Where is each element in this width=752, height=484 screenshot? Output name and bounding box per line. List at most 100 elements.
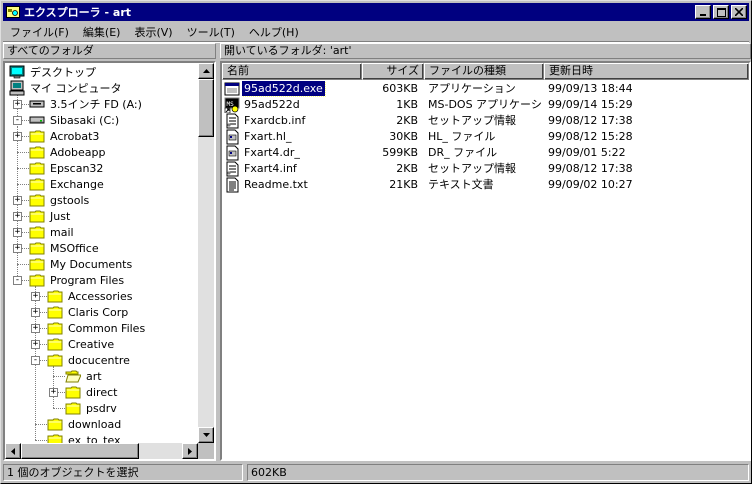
arrow-left-icon <box>11 447 15 455</box>
menu-tools[interactable]: ツール(T) <box>180 24 242 40</box>
title-bar[interactable]: エクスプローラ - art <box>3 3 749 21</box>
tree-item[interactable]: Exchange <box>29 176 105 192</box>
close-button[interactable] <box>731 5 747 19</box>
expand-button[interactable]: + <box>13 196 22 205</box>
file-size: 599KB <box>382 146 418 159</box>
column-header-type[interactable]: ファイルの種類 <box>424 63 544 80</box>
file-row[interactable]: MS 95ad522d 1KB MS-DOS アプリケーショ... 99/09/14 1… <box>222 97 749 113</box>
tree-item[interactable]: マイ コンピュータ <box>9 80 123 96</box>
tree-branch-line <box>17 168 29 169</box>
my-computer-icon <box>9 80 25 96</box>
tree-item-label: Claris Corp <box>68 305 129 319</box>
tree-item-label: Creative <box>68 337 115 351</box>
tree-item[interactable]: Common Files <box>47 320 146 336</box>
file-date: 99/09/13 18:44 <box>548 82 633 95</box>
file-size: 21KB <box>389 178 418 191</box>
setup-info-icon <box>226 161 239 177</box>
folder-icon <box>29 162 45 175</box>
explorer-app-icon <box>6 6 20 18</box>
tree-horizontal-scrollbar[interactable] <box>5 443 198 459</box>
expand-button[interactable]: + <box>31 324 40 333</box>
menu-edit[interactable]: 編集(E) <box>76 24 128 40</box>
tree-item[interactable]: Acrobat3 <box>29 128 100 144</box>
tree-item[interactable]: ex_to_tex <box>47 432 122 443</box>
file-type: セットアップ情報 <box>428 162 516 175</box>
tree-item-label: My Documents <box>50 257 133 271</box>
tree-item[interactable]: MSOffice <box>29 240 100 256</box>
scroll-right-button[interactable] <box>182 443 198 459</box>
expand-button[interactable]: + <box>13 212 22 221</box>
tree-vscroll-thumb[interactable] <box>198 79 214 137</box>
column-header-size[interactable]: サイズ <box>362 63 424 80</box>
collapse-button[interactable]: - <box>13 276 22 285</box>
tree-item[interactable]: 3.5インチ FD (A:) <box>29 96 143 112</box>
folder-icon <box>29 274 45 287</box>
tree-item-label: マイ コンピュータ <box>30 82 122 95</box>
minimize-button[interactable] <box>695 5 711 19</box>
application-icon <box>224 82 240 96</box>
file-name: Fxart4.inf <box>244 162 297 175</box>
file-size: 2KB <box>396 162 418 175</box>
column-header-date[interactable]: 更新日時 <box>544 63 749 80</box>
text-document-icon <box>226 177 239 193</box>
tree-hscroll-thumb[interactable] <box>21 443 139 459</box>
file-row[interactable]: Fxart.hl_ 30KB HL_ ファイル 99/08/12 15:28 <box>222 129 749 145</box>
collapse-button[interactable]: - <box>31 356 40 365</box>
file-row[interactable]: Fxardcb.inf 2KB セットアップ情報 99/08/12 17:38 <box>222 113 749 129</box>
tree-vertical-scrollbar[interactable] <box>198 63 214 443</box>
menu-view[interactable]: 表示(V) <box>127 24 179 40</box>
expand-button[interactable]: + <box>13 244 22 253</box>
tree-item[interactable]: art <box>65 368 103 384</box>
tree-item[interactable]: Epscan32 <box>29 160 104 176</box>
tree-item-label: Program Files <box>50 273 125 287</box>
file-row[interactable]: Fxart4.inf 2KB セットアップ情報 99/08/12 17:38 <box>222 161 749 177</box>
tree-item[interactable]: Claris Corp <box>47 304 129 320</box>
tree-item[interactable]: Adobeapp <box>29 144 107 160</box>
tree-item[interactable]: docucentre <box>47 352 131 368</box>
file-list-pane[interactable]: 名前 サイズ ファイルの種類 更新日時 95ad522d.exe 603KB アプリ… <box>220 61 751 461</box>
tree-item[interactable]: psdrv <box>65 400 118 416</box>
folder-icon <box>47 306 63 319</box>
scroll-down-button[interactable] <box>198 427 214 443</box>
tree-item[interactable]: download <box>47 416 122 432</box>
menu-help[interactable]: ヘルプ(H) <box>242 24 306 40</box>
folder-icon <box>29 210 45 223</box>
tree-item[interactable]: Program Files <box>29 272 125 288</box>
expand-button[interactable]: + <box>31 292 40 301</box>
tree-item[interactable]: デスクトップ <box>9 64 97 80</box>
tree-item-label: direct <box>86 385 118 399</box>
expand-button[interactable]: + <box>31 340 40 349</box>
tree-item-label: 3.5インチ FD (A:) <box>50 98 142 111</box>
folder-icon <box>65 386 81 399</box>
expand-button[interactable]: + <box>13 228 22 237</box>
expand-button[interactable]: + <box>49 388 58 397</box>
scroll-left-button[interactable] <box>5 443 21 459</box>
tree-item[interactable]: Sibasaki (C:) <box>29 112 120 128</box>
tree-item[interactable]: mail <box>29 224 75 240</box>
file-row[interactable]: Readme.txt 21KB テキスト文書 99/09/02 10:27 <box>222 177 749 193</box>
expand-button[interactable]: + <box>13 100 22 109</box>
tree-item-label: gstools <box>50 193 90 207</box>
menu-file[interactable]: ファイル(F) <box>3 24 76 40</box>
tree-item[interactable]: Creative <box>47 336 115 352</box>
collapse-button[interactable]: - <box>13 116 22 125</box>
tree-item[interactable]: direct <box>65 384 118 400</box>
expand-button[interactable]: + <box>13 132 22 141</box>
file-row[interactable]: 95ad522d.exe 603KB アプリケーション 99/09/13 18:44 <box>222 81 749 97</box>
tree-item[interactable]: Accessories <box>47 288 133 304</box>
column-header-name[interactable]: 名前 <box>222 63 362 80</box>
expand-button[interactable]: + <box>31 308 40 317</box>
tree-item[interactable]: gstools <box>29 192 90 208</box>
folder-tree-pane[interactable]: デスクトップ - マイ コンピュータ +3.5インチ FD (A:) - Sibasaki… <box>3 61 216 461</box>
tree-item-label: Just <box>50 209 71 223</box>
folder-icon <box>47 354 63 367</box>
file-type: DR_ ファイル <box>428 146 498 159</box>
tree-item[interactable]: My Documents <box>29 256 133 272</box>
folder-icon <box>29 226 45 239</box>
scroll-up-button[interactable] <box>198 63 214 79</box>
tree-item[interactable]: Just <box>29 208 71 224</box>
file-row[interactable]: Fxart4.dr_ 599KB DR_ ファイル 99/09/01 5:22 <box>222 145 749 161</box>
tree-item-label: psdrv <box>86 401 117 415</box>
scroll-corner <box>198 443 214 459</box>
maximize-button[interactable] <box>713 5 729 19</box>
